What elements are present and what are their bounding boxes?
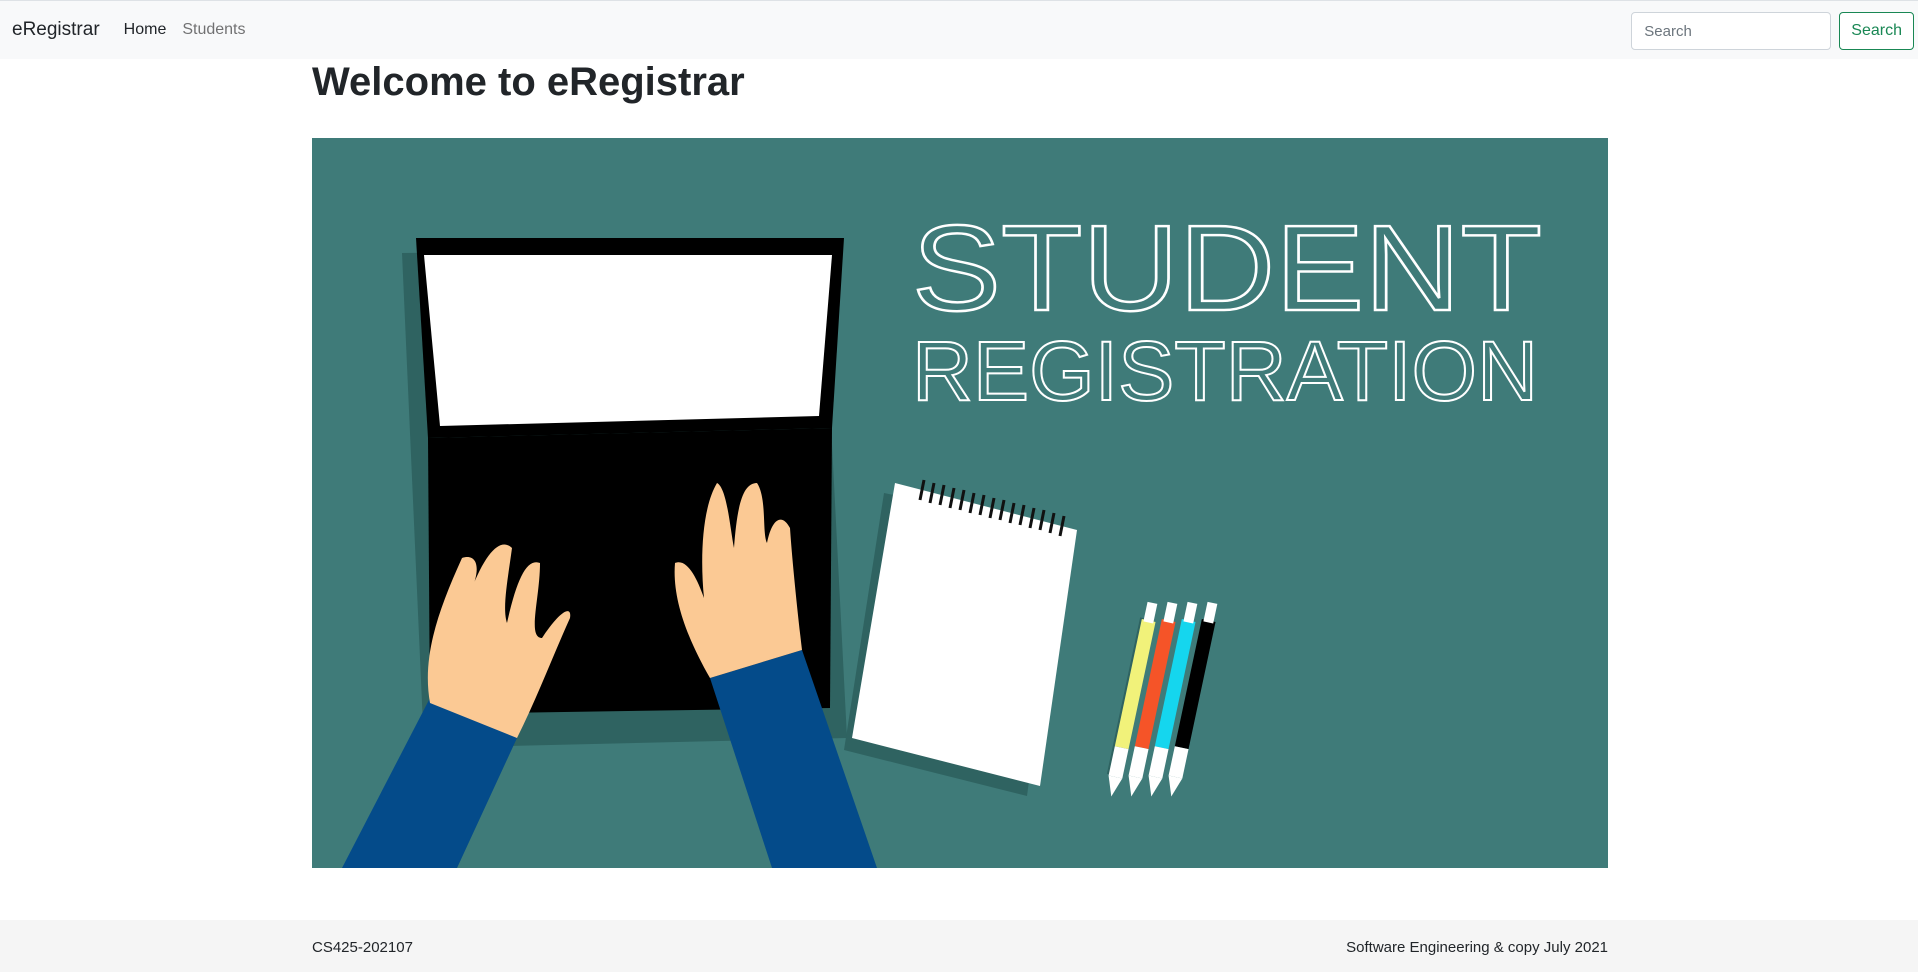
- nav-links: Home Students: [124, 21, 246, 39]
- laptop-screen: [424, 255, 832, 426]
- brand-link[interactable]: eRegistrar: [12, 19, 100, 41]
- nav-link-home[interactable]: Home: [124, 21, 167, 39]
- page-title: Welcome to eRegistrar: [312, 60, 745, 104]
- hero-image: STUDENT REGISTRATION: [312, 138, 1608, 868]
- footer-course-code: CS425-202107: [312, 939, 413, 956]
- search-button[interactable]: Search: [1839, 12, 1914, 50]
- footer-copyright: Software Engineering & copy July 2021: [1346, 939, 1608, 956]
- student-registration-illustration: STUDENT REGISTRATION: [312, 138, 1608, 868]
- footer: CS425-202107 Software Engineering & copy…: [0, 920, 1918, 972]
- top-navbar: eRegistrar Home Students Search: [0, 0, 1918, 59]
- search-form: Search: [1631, 12, 1914, 50]
- hero-title-line2: REGISTRATION: [912, 324, 1538, 418]
- search-input[interactable]: [1631, 12, 1832, 50]
- hero-title-line1: STUDENT: [912, 200, 1542, 336]
- nav-link-students[interactable]: Students: [182, 21, 245, 39]
